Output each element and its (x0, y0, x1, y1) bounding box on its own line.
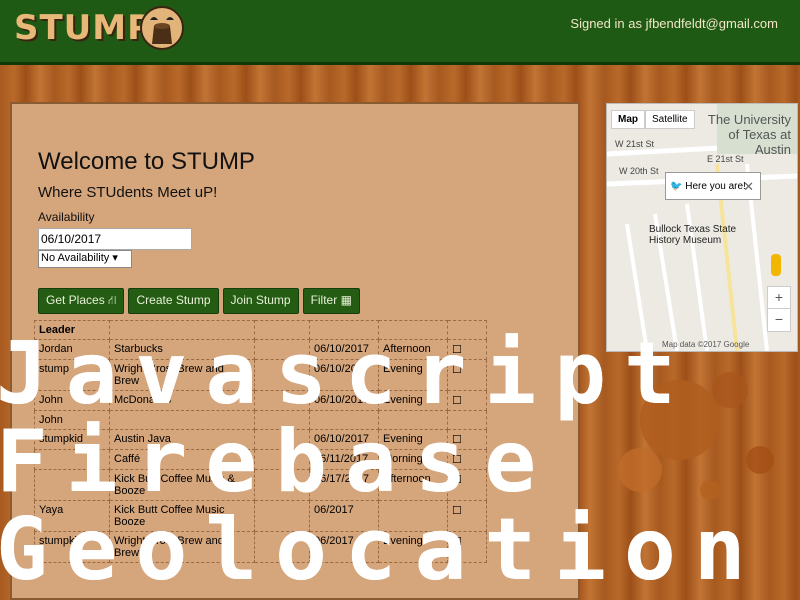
dropdown-arrow-icon: ▾ (112, 252, 118, 264)
signed-in-text: Signed in as jfbendfeldt@gmail.com (570, 16, 778, 31)
create-stump-button[interactable]: Create Stump (128, 288, 219, 314)
join-stump-button[interactable]: Join Stump (222, 288, 299, 314)
zoom-in-button[interactable]: + (767, 286, 791, 310)
street-label: W 20th St (619, 166, 659, 176)
filter-button[interactable]: Filter ▦ (302, 288, 360, 314)
page-subtitle: Where STUdents Meet uP! (38, 184, 218, 201)
page-title: Welcome to STUMP (38, 148, 255, 175)
tab-satellite[interactable]: Satellite (645, 110, 695, 129)
street-label: W 21st St (615, 139, 655, 149)
pegman-icon[interactable] (771, 254, 781, 276)
action-buttons: Get Places ⛙ Create Stump Join Stump Fil… (38, 288, 360, 314)
map-widget[interactable]: Map Satellite The University of Texas at… (606, 103, 798, 352)
app-header: STUMP Signed in as jfbendfeldt@gmail.com (0, 0, 800, 65)
availability-select-value: No Availability (41, 252, 110, 264)
overlay-text-line1: Javascript (0, 324, 694, 424)
info-window-text: Here you are! (685, 181, 746, 192)
date-input[interactable] (38, 228, 192, 250)
filter-label: Filter (310, 293, 338, 307)
overlay-text-line2: Firebase (0, 412, 555, 512)
map-type-tabs: Map Satellite (611, 110, 695, 129)
bird-icon: 🐦 (670, 181, 683, 192)
map-label-museum: Bullock Texas State History Museum (649, 224, 737, 246)
close-icon[interactable]: ✕ (743, 173, 754, 201)
calendar-icon: ▦ (340, 293, 352, 307)
street-label: E 21st St (707, 154, 744, 164)
get-places-label: Get Places (46, 293, 105, 307)
availability-select[interactable]: No Availability ▾ (38, 250, 132, 268)
get-places-button[interactable]: Get Places ⛙ (38, 288, 125, 314)
map-info-window: 🐦 Here you are! ✕ (665, 172, 761, 200)
tab-map[interactable]: Map (611, 110, 645, 129)
app-logo[interactable]: STUMP (14, 8, 153, 48)
road-icon: ⛙ (108, 293, 117, 307)
overlay-text-line3: Geolocation (0, 500, 764, 600)
availability-label: Availability (38, 210, 95, 224)
stump-logo-icon (140, 6, 184, 50)
map-label-university: The University of Texas at Austin (707, 112, 791, 157)
